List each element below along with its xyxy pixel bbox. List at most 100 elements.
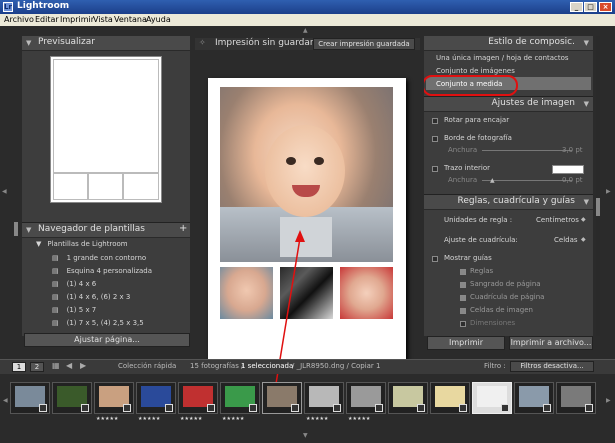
badge-icon [501,404,509,412]
filter-dropdown[interactable]: Filtros desactiva... [510,361,594,372]
filmstrip-thumb[interactable] [136,382,176,414]
collapse-triangle-icon: ▼ [26,226,32,234]
maximize-button[interactable]: □ [584,2,597,12]
template-item[interactable]: ▤ (1) 5 x 7 [52,306,96,314]
filmstrip-right-arrow-icon[interactable]: ▶ [606,397,611,404]
page-preview [50,56,162,203]
filmstrip-thumb[interactable] [220,382,260,414]
photo-border-slider[interactable] [482,150,572,151]
guide-checkbox-rulers[interactable] [460,269,466,275]
show-guides-checkbox[interactable] [432,256,438,262]
inner-stroke-checkbox[interactable] [432,166,438,172]
slider-thumb-icon[interactable]: ▲ [490,177,495,184]
template-icon: ▤ [52,306,59,314]
template-item[interactable]: ▤ (1) 7 x 5, (4) 2,5 x 3,5 [52,319,144,327]
print-button[interactable]: Imprimir [427,336,505,350]
filmstrip-thumb[interactable] [430,382,470,414]
filmstrip-thumb[interactable] [556,382,596,414]
template-navigator-header[interactable]: ▼ Navegador de plantillas + [22,222,190,238]
screen-2-button[interactable]: 2 [30,362,44,372]
template-item[interactable]: ▤ (1) 4 x 6, (6) 2 x 3 [52,293,130,301]
bottom-panel-toggle-icon[interactable]: ▼ [303,432,308,439]
filmstrip-left-arrow-icon[interactable]: ◀ [3,397,8,404]
rotate-to-fit-checkbox[interactable] [432,118,438,124]
badge-icon [39,404,47,412]
adjust-page-button[interactable]: Ajustar página... [24,333,190,347]
window-title-bar: Lr Lightroom _ □ × [0,0,615,14]
badge-icon [165,404,173,412]
filmstrip-thumb[interactable] [514,382,554,414]
template-item[interactable]: ▤ 1 grande con contorno [52,254,146,262]
left-scrollbar-thumb[interactable] [14,222,18,236]
templates-folder[interactable]: ▼ Plantillas de Lightroom [36,240,128,248]
filmstrip-thumb-selected[interactable] [262,382,302,414]
preview-header[interactable]: ▼ Previsualizar [22,36,190,51]
layout-option-single[interactable]: Una única imagen / hoja de contactos [436,54,569,62]
print-to-file-button[interactable]: Imprimir a archivo... [509,336,593,350]
grid-view-icon[interactable]: ▦ [52,361,60,370]
filter-label: Filtro : [484,362,506,370]
badge-icon [333,404,341,412]
guide-checkbox-page-grid[interactable] [460,295,466,301]
minimize-button[interactable]: _ [570,2,583,12]
filmstrip-thumb[interactable] [178,382,218,414]
forward-arrow-icon[interactable]: ▶ [80,361,86,370]
grid-snap-dropdown[interactable]: Celdas [554,236,578,244]
dropdown-arrow-icon: ◆ [581,216,586,223]
guide-checkbox-bleed[interactable] [460,282,466,288]
image-settings-header[interactable]: Ajustes de imagen ▼ [424,96,593,112]
right-scrollbar[interactable] [596,36,600,336]
print-title: Impresión sin guardar [215,38,314,48]
annotation-circle [424,75,518,96]
collapse-triangle-icon: ▼ [583,39,589,47]
folder-triangle-icon: ▼ [36,240,42,248]
inner-stroke-slider[interactable] [482,180,572,181]
template-icon: ▤ [52,267,59,275]
right-panel-toggle-icon[interactable]: ▶ [606,188,611,195]
source-label[interactable]: Colección rápida [118,362,176,370]
guide-checkbox-dimensions[interactable] [460,321,466,327]
template-icon: ▤ [52,280,59,288]
top-panel-toggle-icon[interactable]: ▲ [303,27,308,34]
guide-checkbox-image-cells[interactable] [460,308,466,314]
badge-icon [81,404,89,412]
filmstrip-thumb[interactable] [388,382,428,414]
inner-stroke-color-swatch[interactable] [552,165,584,174]
filmstrip-thumb[interactable] [346,382,386,414]
screen-1-button[interactable]: 1 [12,362,26,372]
menu-ayuda[interactable]: Ayuda [146,15,171,24]
left-panel: ▼ Previsualizar ▼ Navegador de plantilla… [22,36,190,336]
collapse-triangle-icon: ▼ [26,39,32,47]
ruler-units-dropdown[interactable]: Centímetros [536,216,579,224]
photo-border-checkbox[interactable] [432,136,438,142]
menu-vista[interactable]: Vista [93,15,113,24]
lightroom-app-icon: Lr [3,2,13,12]
left-panel-toggle-icon[interactable]: ◀ [2,188,7,195]
badge-icon [459,404,467,412]
back-arrow-icon[interactable]: ◀ [66,361,72,370]
badge-icon [417,404,425,412]
menu-archivo[interactable]: Archivo [4,15,34,24]
layout-style-header[interactable]: Estilo de composic. ▼ [424,36,593,51]
menu-ventana[interactable]: Ventana [114,15,147,24]
create-saved-print-button[interactable]: Crear impresión guardada [313,38,415,50]
template-item[interactable]: ▤ (1) 4 x 6 [52,280,96,288]
right-panel: Estilo de composic. ▼ Una única imagen /… [424,36,593,336]
filmstrip-thumb[interactable] [10,382,50,414]
layout-option-package[interactable]: Conjunto de imágenes [436,67,515,75]
rulers-header[interactable]: Reglas, cuadrícula y guías ▼ [424,194,593,210]
filmstrip-thumb-active[interactable] [472,382,512,414]
template-item[interactable]: ▤ Esquina 4 personalizada [52,267,152,275]
close-button[interactable]: × [599,2,612,12]
center-toolbar: ✧ Impresión sin guardar Crear impresión … [195,38,420,50]
filmstrip-thumb[interactable] [304,382,344,414]
add-template-icon[interactable]: + [179,223,187,234]
filmstrip-thumb[interactable] [94,382,134,414]
menu-imprimir[interactable]: Imprimir [60,15,94,24]
star-rating: ★★★★★ [222,416,245,422]
right-scrollbar-thumb[interactable] [596,198,600,216]
filmstrip-thumb[interactable] [52,382,92,414]
template-icon: ▤ [52,293,59,301]
menu-editar[interactable]: Editar [35,15,59,24]
small-photo-3[interactable] [340,267,393,319]
